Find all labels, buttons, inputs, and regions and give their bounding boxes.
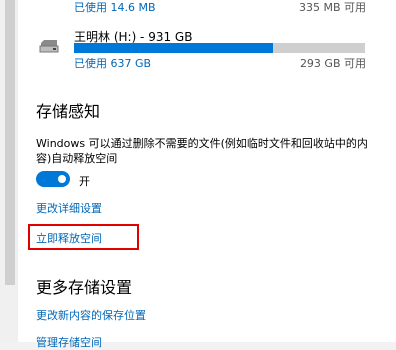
drive-h-usage-fill (74, 43, 274, 53)
settings-content: 已使用 14.6 MB 335 MB 可用 王明林 (H:) - 931 GB … (18, 0, 396, 349)
left-pane-edge (0, 0, 18, 342)
storage-sense-toggle[interactable] (36, 171, 70, 187)
manage-storage-spaces-link[interactable]: 管理存储空间 (36, 334, 102, 350)
hard-drive-icon (39, 40, 59, 53)
more-storage-settings-heading: 更多存储设置 (36, 278, 133, 297)
scrollbar[interactable] (5, 0, 15, 285)
drive-h-free: 293 GB 可用 (299, 57, 366, 70)
top-drive-used: 已使用 14.6 MB (74, 1, 156, 14)
change-save-location-link[interactable]: 更改新内容的保存位置 (36, 307, 146, 323)
change-details-link[interactable]: 更改详细设置 (36, 200, 102, 216)
toggle-knob (58, 175, 66, 183)
drive-h-used: 已使用 637 GB (74, 57, 152, 70)
free-up-now-link[interactable]: 立即释放空间 (36, 230, 102, 246)
top-drive-free: 335 MB 可用 (298, 1, 366, 14)
storage-sense-description: Windows 可以通过删除不需要的文件(例如临时文件和回收站中的内容)自动释放… (36, 137, 368, 165)
storage-sense-toggle-label: 开 (79, 175, 90, 188)
storage-sense-heading: 存储感知 (36, 102, 101, 121)
drive-h-usage-bar (74, 43, 365, 53)
